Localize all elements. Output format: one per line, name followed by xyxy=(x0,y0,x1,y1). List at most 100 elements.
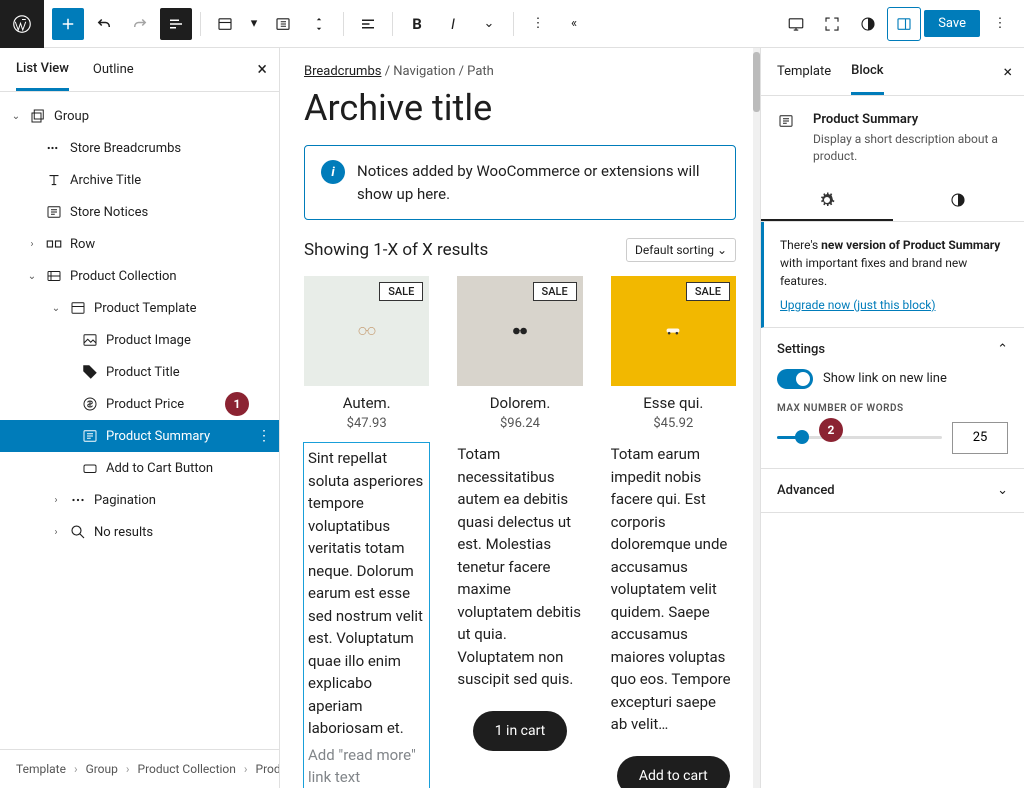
product-title[interactable]: Dolorem. xyxy=(490,394,551,412)
product-title[interactable]: Autem. xyxy=(343,394,391,412)
tree-item-archive-title[interactable]: Archive Title xyxy=(0,164,279,196)
breadcrumb-product[interactable]: Product xyxy=(256,762,280,776)
tree-item-pagination[interactable]: ›Pagination xyxy=(0,484,279,516)
add-block-button[interactable] xyxy=(52,8,84,40)
tab-outline[interactable]: Outline xyxy=(93,50,134,89)
breadcrumb-template[interactable]: Template xyxy=(16,762,66,776)
sidebar-toggle-icon[interactable] xyxy=(888,8,920,40)
close-sidebar-icon[interactable]: × xyxy=(1003,62,1012,81)
tab-template[interactable]: Template xyxy=(777,50,831,93)
product-summary-block[interactable]: Totam necessitatibus autem ea debitis qu… xyxy=(457,443,582,691)
chevron-down-icon: ⌄ xyxy=(997,483,1008,498)
tree-item-group[interactable]: ⌄Group xyxy=(0,100,279,132)
max-words-slider[interactable] xyxy=(777,436,942,439)
list-tool-button[interactable] xyxy=(267,8,299,40)
block-icon xyxy=(777,112,801,136)
undo-button[interactable] xyxy=(88,8,120,40)
tab-list-view[interactable]: List View xyxy=(16,49,69,91)
save-button[interactable]: Save xyxy=(924,10,980,37)
redo-button[interactable] xyxy=(124,8,156,40)
upgrade-notice: There's new version of Product Summary w… xyxy=(761,222,1024,328)
tree-item-add-to-cart[interactable]: Add to Cart Button xyxy=(0,452,279,484)
settings-heading[interactable]: Settings⌃ xyxy=(777,342,1008,357)
max-words-input[interactable] xyxy=(952,422,1008,454)
product-image[interactable]: SALE xyxy=(457,276,582,386)
annotation-1: 1 xyxy=(225,392,249,416)
tree-item-row[interactable]: ›Row xyxy=(0,228,279,260)
advanced-section[interactable]: Advanced⌄ xyxy=(761,469,1024,513)
wp-logo[interactable] xyxy=(0,0,44,48)
fullscreen-icon[interactable] xyxy=(816,8,848,40)
scrollbar[interactable] xyxy=(753,48,760,788)
breadcrumb-collection[interactable]: Product Collection xyxy=(138,762,236,776)
more-menu-button[interactable]: ⋮ xyxy=(984,8,1016,40)
top-toolbar: ▾ B I ⌄ ⋮ « Save ⋮ xyxy=(0,0,1024,48)
desktop-view-icon[interactable] xyxy=(780,8,812,40)
more-format-button[interactable]: ⌄ xyxy=(473,8,505,40)
left-panel: List View Outline × ⌄Group Store Breadcr… xyxy=(0,48,280,788)
breadcrumb-group[interactable]: Group xyxy=(86,762,118,776)
add-to-cart-button[interactable]: 1 in cart xyxy=(473,711,568,751)
upgrade-link[interactable]: Upgrade now (just this block) xyxy=(780,298,936,312)
product-image[interactable]: SALE xyxy=(611,276,736,386)
add-to-cart-button[interactable]: Add to cart xyxy=(617,756,730,788)
item-options-icon[interactable]: ⋮ xyxy=(257,428,271,444)
product-collection: SALE Autem. $47.93 Sint repellat soluta … xyxy=(304,276,736,788)
info-icon: i xyxy=(321,160,345,184)
sort-select[interactable]: Default sorting ⌄ xyxy=(626,238,736,262)
product-image[interactable]: SALE xyxy=(304,276,429,386)
tree-item-store-breadcrumbs[interactable]: Store Breadcrumbs xyxy=(0,132,279,164)
results-count: Showing 1-X of X results xyxy=(304,240,488,260)
settings-section: Settings⌃ Show link on new line MAX NUMB… xyxy=(761,328,1024,469)
block-title: Product Summary xyxy=(813,112,1008,127)
breadcrumb-bar: Template› Group› Product Collection› Pro… xyxy=(0,749,279,788)
contrast-icon[interactable] xyxy=(852,8,884,40)
tab-block[interactable]: Block xyxy=(851,49,883,95)
chevron-up-icon: ⌃ xyxy=(997,342,1008,357)
block-dropdown-icon[interactable]: ▾ xyxy=(245,8,263,40)
tree-item-product-price[interactable]: Product Price 1 xyxy=(0,388,279,420)
tree-item-product-template[interactable]: ⌄Product Template xyxy=(0,292,279,324)
sale-badge: SALE xyxy=(379,282,423,301)
store-notices-block[interactable]: i Notices added by WooCommerce or extens… xyxy=(304,145,736,220)
align-button[interactable] xyxy=(352,8,384,40)
settings-tab-icon[interactable] xyxy=(761,181,893,221)
product-card[interactable]: SALE Dolorem. $96.24 Totam necessitatibu… xyxy=(457,276,582,788)
show-link-label: Show link on new line xyxy=(823,371,947,386)
block-description: Display a short description about a prod… xyxy=(813,131,1008,165)
product-card[interactable]: SALE Esse qui. $45.92 Totam earum impedi… xyxy=(611,276,736,788)
sale-badge: SALE xyxy=(686,282,730,301)
product-summary-block[interactable]: Totam earum impedit nobis facere qui. Es… xyxy=(611,443,736,736)
product-card[interactable]: SALE Autem. $47.93 Sint repellat soluta … xyxy=(304,276,429,788)
options-button[interactable]: ⋮ xyxy=(522,8,554,40)
styles-tab-icon[interactable] xyxy=(893,181,1024,221)
product-price[interactable]: $47.93 xyxy=(347,416,387,431)
right-panel: Template Block × Product Summary Display… xyxy=(760,48,1024,788)
document-overview-button[interactable] xyxy=(160,8,192,40)
max-words-label: MAX NUMBER OF WORDS xyxy=(777,403,1008,414)
tree-item-product-collection[interactable]: ⌄Product Collection xyxy=(0,260,279,292)
archive-title-block[interactable]: Archive title xyxy=(304,87,736,129)
tree-item-store-notices[interactable]: Store Notices xyxy=(0,196,279,228)
annotation-2: 2 xyxy=(819,418,843,442)
product-price[interactable]: $96.24 xyxy=(500,416,540,431)
product-title[interactable]: Esse qui. xyxy=(643,394,703,412)
tree-item-product-title[interactable]: Product Title xyxy=(0,356,279,388)
block-type-button[interactable] xyxy=(209,8,241,40)
move-button[interactable] xyxy=(303,8,335,40)
product-summary-block[interactable]: Sint repellat soluta asperiores tempore … xyxy=(304,443,429,788)
tree-item-product-image[interactable]: Product Image xyxy=(0,324,279,356)
read-more-placeholder[interactable]: Add "read more" link text xyxy=(308,744,425,788)
product-price[interactable]: $45.92 xyxy=(653,416,693,431)
tree-item-product-summary[interactable]: Product Summary⋮ xyxy=(0,420,279,452)
editor-canvas[interactable]: Breadcrumbs / Navigation / Path Archive … xyxy=(280,48,760,788)
bold-button[interactable]: B xyxy=(401,8,433,40)
show-link-toggle[interactable] xyxy=(777,369,813,389)
store-breadcrumbs-block[interactable]: Breadcrumbs / Navigation / Path xyxy=(304,64,736,79)
sale-badge: SALE xyxy=(533,282,577,301)
close-list-view-icon[interactable]: × xyxy=(257,59,267,80)
block-tree: ⌄Group Store Breadcrumbs Archive Title S… xyxy=(0,92,279,749)
italic-button[interactable]: I xyxy=(437,8,469,40)
collapse-button[interactable]: « xyxy=(558,8,590,40)
tree-item-no-results[interactable]: ›No results xyxy=(0,516,279,548)
